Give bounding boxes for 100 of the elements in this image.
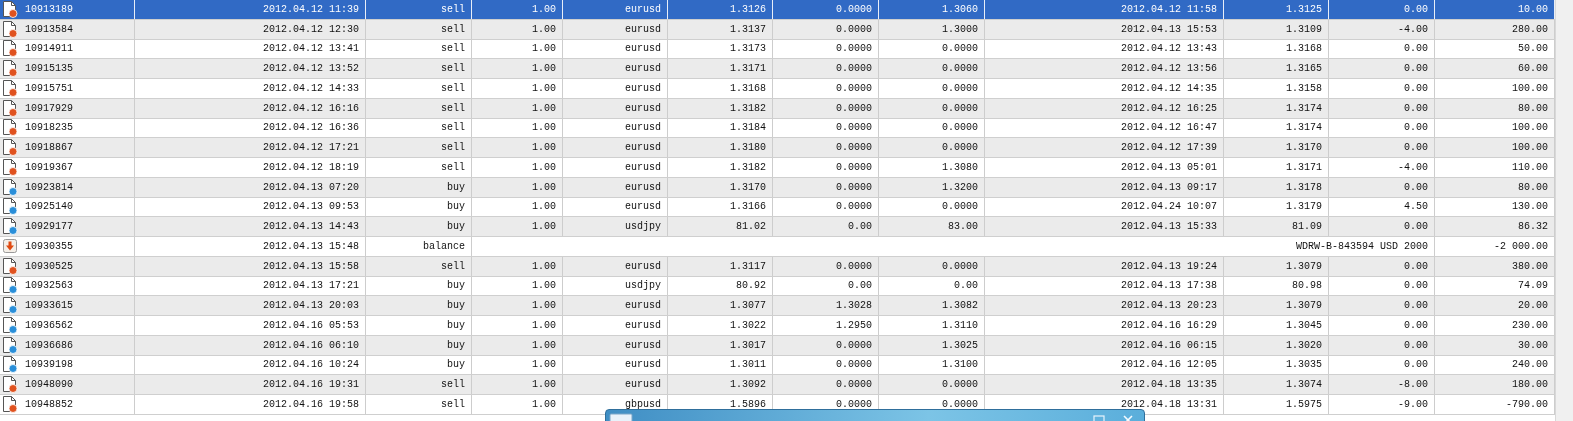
table-cell: 0.0000 [879,118,985,138]
table-row[interactable]: 10948852 2012.04.16 19:58 sell 1.00 gbpusd 1.5896 0.0000 0.0000 2012.04.18 13:31 1.5975 -9.00 -790.00 [0,395,1555,415]
table-cell: 0.00 [1329,98,1435,118]
ticket-cell: 10930355 [25,240,73,252]
type-cell: buy [366,217,472,236]
table-cell: eurusd [563,355,668,375]
document-icon [2,198,18,216]
table-cell: 1.3182 [668,158,773,177]
ticket-cell: 10918235 [25,122,73,134]
table-row[interactable]: 10936686 2012.04.16 06:10 buy 1.00 eurusd 1.3017 0.0000 1.3025 2012.04.16 06:15 1.3020 0.00 30.00 [0,335,1555,356]
table-cell: 1.00 [472,355,563,375]
table-row[interactable]: 10923814 2012.04.13 07:20 buy 1.00 eurusd 1.3170 0.0000 1.3200 2012.04.13 09:17 1.3178 0.00 80.00 [0,177,1555,198]
table-cell: 0.0000 [879,138,985,157]
ticket-cell: 10939198 [25,359,73,371]
table-cell: 1.3168 [1224,39,1329,59]
type-cell: buy [366,177,472,197]
ticket-cell: 10929177 [25,221,73,233]
table-cell: 1.00 [472,316,563,335]
table-row[interactable]: 10948090 2012.04.16 19:31 sell 1.00 eurusd 1.3092 0.0000 0.0000 2012.04.18 13:35 1.3074 -8.00 180.00 [0,375,1555,395]
table-cell: 2012.04.13 19:24 [985,256,1224,276]
table-cell: 1.00 [472,79,563,98]
table-cell: 0.0000 [773,256,879,276]
table-cell: eurusd [563,59,668,78]
table-cell: 80.98 [1224,276,1329,296]
table-cell: 1.3060 [879,0,985,19]
table-cell: 81.09 [1224,217,1329,236]
table-cell: 0.0000 [879,197,985,217]
type-cell: balance [366,237,472,256]
time-cell: 2012.04.16 05:53 [135,316,366,335]
table-cell: 1.00 [472,158,563,177]
ticket-cell: 10918867 [25,142,73,154]
table-cell: 0.00 [1329,256,1435,276]
table-cell: 1.3110 [879,316,985,335]
table-cell: 1.3171 [668,59,773,78]
table-cell: 0.00 [1329,335,1435,355]
type-cell: buy [366,197,472,217]
table-row[interactable]: 10913584 2012.04.12 12:30 sell 1.00 eurusd 1.3137 0.0000 1.3000 2012.04.13 15:53 1.3109 -4.00 280.00 [0,19,1555,40]
ticket-cell: 10932563 [25,280,73,292]
type-cell: sell [366,138,472,157]
document-icon [2,99,18,117]
table-cell: 0.0000 [773,79,879,98]
table-row[interactable]: 10917929 2012.04.12 16:16 sell 1.00 eurusd 1.3182 0.0000 0.0000 2012.04.12 16:25 1.3174 0.00 80.00 [0,98,1555,119]
table-cell: 0.00 [1329,217,1435,236]
table-cell: 1.3182 [668,98,773,118]
table-cell: 1.00 [472,217,563,236]
time-cell: 2012.04.12 12:30 [135,19,366,39]
table-cell: eurusd [563,335,668,355]
document-icon [2,60,18,78]
table-row[interactable]: 10930525 2012.04.13 15:58 sell 1.00 eurusd 1.3117 0.0000 0.0000 2012.04.13 19:24 1.3079 0.00 380.00 [0,256,1555,277]
ticket-cell: 10919367 [25,161,73,173]
table-cell: 1.00 [472,276,563,296]
table-cell: 1.00 [472,335,563,355]
table-cell: 0.00 [1329,39,1435,59]
table-cell: 0.00 [1329,79,1435,98]
table-cell: 0.00 [1329,355,1435,375]
type-cell: sell [366,19,472,39]
type-cell: sell [366,79,472,98]
table-cell: 1.00 [472,197,563,217]
type-cell: sell [366,0,472,19]
table-cell: 0.00 [1329,59,1435,78]
time-cell: 2012.04.13 07:20 [135,177,366,197]
table-cell: 1.3077 [668,296,773,315]
table-cell: 1.00 [472,98,563,118]
type-cell: sell [366,98,472,118]
table-row[interactable]: 10933615 2012.04.13 20:03 buy 1.00 eurusd 1.3077 1.3028 1.3082 2012.04.13 20:23 1.3079 0.00 20.00 [0,296,1555,316]
table-cell: 1.3079 [1224,296,1329,315]
table-row[interactable]: 10918867 2012.04.12 17:21 sell 1.00 eurusd 1.3180 0.0000 0.0000 2012.04.12 17:39 1.3170 0.00 100.00 [0,138,1555,158]
time-cell: 2012.04.12 13:52 [135,59,366,78]
table-cell: 2012.04.12 13:43 [985,39,1224,59]
table-row[interactable]: 10913189 2012.04.12 11:39 sell 1.00 eurusd 1.3126 0.0000 1.3060 2012.04.12 11:58 1.3125 0.00 10.00 [0,0,1555,20]
ticket-cell: 10936562 [25,319,73,331]
table-cell: eurusd [563,98,668,118]
document-icon [2,336,18,354]
table-cell: 80.92 [668,276,773,296]
time-cell: 2012.04.16 19:58 [135,395,366,414]
table-cell: 0.0000 [773,197,879,217]
ticket-cell: 10913584 [25,23,73,35]
table-row[interactable]: 10915135 2012.04.12 13:52 sell 1.00 eurusd 1.3171 0.0000 0.0000 2012.04.12 13:56 1.3165 0.00 60.00 [0,59,1555,79]
table-cell: 1.3045 [1224,316,1329,335]
time-cell: 2012.04.12 13:41 [135,39,366,59]
table-cell: 1.3025 [879,335,985,355]
table-cell: 1.00 [472,296,563,315]
table-cell: -4.00 [1329,19,1435,39]
ticket-cell: 10936686 [25,339,73,351]
document-icon [2,0,18,18]
table-cell: eurusd [563,158,668,177]
table-cell: 1.3173 [668,39,773,59]
ticket-cell: 10925140 [25,201,73,213]
document-icon [2,158,18,176]
table-cell: 0.0000 [773,59,879,78]
table-cell: 1.3017 [668,335,773,355]
table-cell: eurusd [563,197,668,217]
type-cell: buy [366,316,472,335]
time-cell: 2012.04.12 14:33 [135,79,366,98]
ticket-cell: 10913189 [25,3,73,15]
table-cell: 2012.04.16 06:15 [985,335,1224,355]
type-cell: sell [366,395,472,414]
document-icon [2,20,18,38]
type-cell: sell [366,256,472,276]
table-row[interactable]: 10929177 2012.04.13 14:43 buy 1.00 usdjpy 81.02 0.00 83.00 2012.04.13 15:33 81.09 0.00 86.32 [0,217,1555,237]
